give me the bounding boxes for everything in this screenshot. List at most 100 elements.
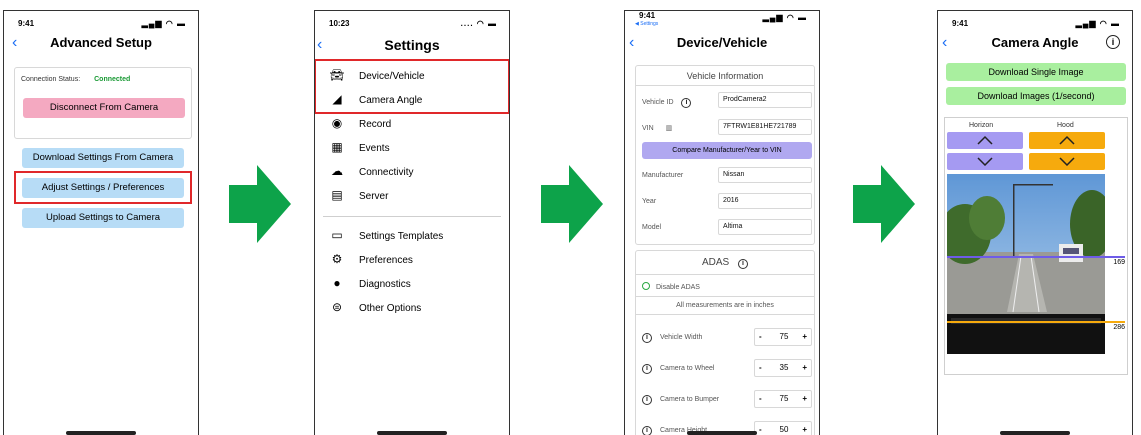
upload-settings-button[interactable]: Upload Settings to Camera [22,208,184,228]
divider [636,314,814,315]
year-field[interactable]: 2016 [718,193,812,209]
increment-button[interactable]: + [802,329,807,345]
info-icon[interactable]: i [642,333,652,343]
barcode-scan-icon[interactable]: ▥ [666,125,673,132]
download-single-image-button[interactable]: Download Single Image [946,63,1126,81]
info-icon[interactable]: i [642,426,652,435]
menu-item-label: Diagnostics [359,279,411,290]
download-images-button[interactable]: Download Images (1/second) [946,87,1126,105]
signal-wifi-battery-icon: ▂▄▆ ◠ ▬ [141,19,186,28]
menu-item-other-options[interactable]: ⊜ Other Options [329,297,421,317]
decrement-button[interactable]: - [759,360,762,376]
divider [323,216,501,217]
connection-status-label: Connection Status: [21,76,81,83]
laptop-icon: ▭ [331,228,343,242]
arrow-right-icon [229,165,291,243]
manufacturer-field[interactable]: Nissan [718,167,812,183]
home-indicator [687,431,757,435]
stepper-value: 75 [779,332,789,341]
highlight-box [14,171,192,204]
vin-field[interactable]: 7FTRW1E81HE721789 [718,119,812,135]
signal-wifi-battery-icon: .... ◠ ▬ [460,19,497,28]
stepper-value: 50 [779,425,789,434]
horizon-label: Horizon [969,122,994,129]
options-icon: ⊜ [331,300,343,314]
decrement-button[interactable]: - [759,422,762,435]
record-icon: ◉ [331,116,343,130]
measurements-note: All measurements are in inches [676,302,774,309]
phone-device-vehicle: 9:41 ◀ Settings ▂▄▆ ◠ ▬ ‹ Device/Vehicle… [624,10,820,435]
page-title: Settings [384,37,440,53]
hood-value: 286 [1113,324,1125,331]
nav-bar: ‹ Camera Angle i [938,33,1132,53]
divider [636,296,814,297]
stepper-value: 75 [779,394,789,403]
adas-title: ADAS [701,257,730,268]
hood-line[interactable] [947,321,1125,323]
decrement-button[interactable]: - [759,391,762,407]
page-title: Device/Vehicle [676,35,768,50]
menu-item-label: Other Options [359,303,422,314]
home-indicator [1000,431,1070,435]
back-to-app-link[interactable]: ◀ Settings [635,21,658,27]
hood-down-button[interactable] [1029,153,1105,170]
decrement-button[interactable]: - [759,329,762,345]
vehicle-id-field[interactable]: ProdCamera2 [718,92,812,108]
info-icon[interactable]: i [642,395,652,405]
disable-adas-option[interactable]: Disable ADAS [642,282,700,291]
disconnect-button[interactable]: Disconnect From Camera [23,98,185,118]
model-label: Model [642,224,662,231]
cloud-icon: ☁ [331,164,343,178]
signal-wifi-battery-icon: ▂▄▆ ◠ ▬ [1075,19,1120,28]
menu-item-record[interactable]: ◉ Record [329,113,392,133]
info-icon[interactable]: i [1106,35,1120,49]
status-bar: 10:23 .... ◠ ▬ [315,11,509,33]
increment-button[interactable]: + [802,391,807,407]
menu-item-diagnostics[interactable]: ● Diagnostics [329,273,411,293]
status-bar: 9:41 ◀ Settings ▂▄▆ ◠ ▬ [625,11,819,33]
server-icon: ▤ [331,188,343,202]
signal-wifi-battery-icon: ▂▄▆ ◠ ▬ [762,13,807,22]
hood-up-button[interactable] [1029,132,1105,149]
camera-to-bumper-stepper[interactable]: - 75 + [754,390,812,408]
compare-vin-button[interactable]: Compare Manufacturer/Year to VIN [642,142,812,159]
info-icon[interactable]: i [681,98,692,108]
horizon-up-button[interactable] [947,132,1023,149]
radio-icon[interactable] [642,282,650,290]
increment-button[interactable]: + [802,422,807,435]
vehicle-width-stepper[interactable]: - 75 + [754,328,812,346]
horizon-down-button[interactable] [947,153,1023,170]
connection-status-value: Connected [94,76,131,83]
page-title: Camera Angle [991,35,1079,50]
chevron-down-icon [977,157,993,167]
nav-bar: ‹ Settings [315,35,509,55]
model-field[interactable]: Altima [718,219,812,235]
phone-camera-angle: 9:41 ▂▄▆ ◠ ▬ ‹ Camera Angle i Download S… [937,10,1133,435]
info-icon[interactable]: i [642,364,652,374]
menu-item-preferences[interactable]: ⚙ Preferences [329,249,413,269]
calendar-icon: ▦ [331,140,343,154]
home-indicator [66,431,136,435]
increment-button[interactable]: + [802,360,807,376]
camera-height-stepper[interactable]: - 50 + [754,421,812,435]
disable-adas-label: Disable ADAS [656,284,700,291]
phone-settings: 10:23 .... ◠ ▬ ‹ Settings 🚘︎ Device/Vehic… [314,10,510,435]
info-icon[interactable]: i [738,259,748,269]
highlight-box [315,59,509,114]
arrow-right-icon [853,165,915,243]
menu-item-label: Preferences [359,255,413,266]
menu-item-server[interactable]: ▤ Server [329,185,388,205]
info-icon: ● [333,276,341,290]
menu-item-connectivity[interactable]: ☁ Connectivity [329,161,413,181]
vehicle-info-card: Vehicle Information Vehicle ID i ProdCam… [635,65,815,245]
nav-bar: ‹ Advanced Setup [4,33,198,53]
menu-item-events[interactable]: ▦ Events [329,137,390,157]
download-settings-button[interactable]: Download Settings From Camera [22,148,184,168]
horizon-line[interactable] [947,256,1125,258]
page-title: Advanced Setup [50,35,152,50]
menu-item-label: Events [359,143,390,154]
camera-to-wheel-row: i Camera to Wheel [642,364,714,374]
camera-to-wheel-stepper[interactable]: - 35 + [754,359,812,377]
menu-item-settings-templates[interactable]: ▭ Settings Templates [329,225,443,245]
connection-status: Connection Status: Connected [21,76,130,83]
